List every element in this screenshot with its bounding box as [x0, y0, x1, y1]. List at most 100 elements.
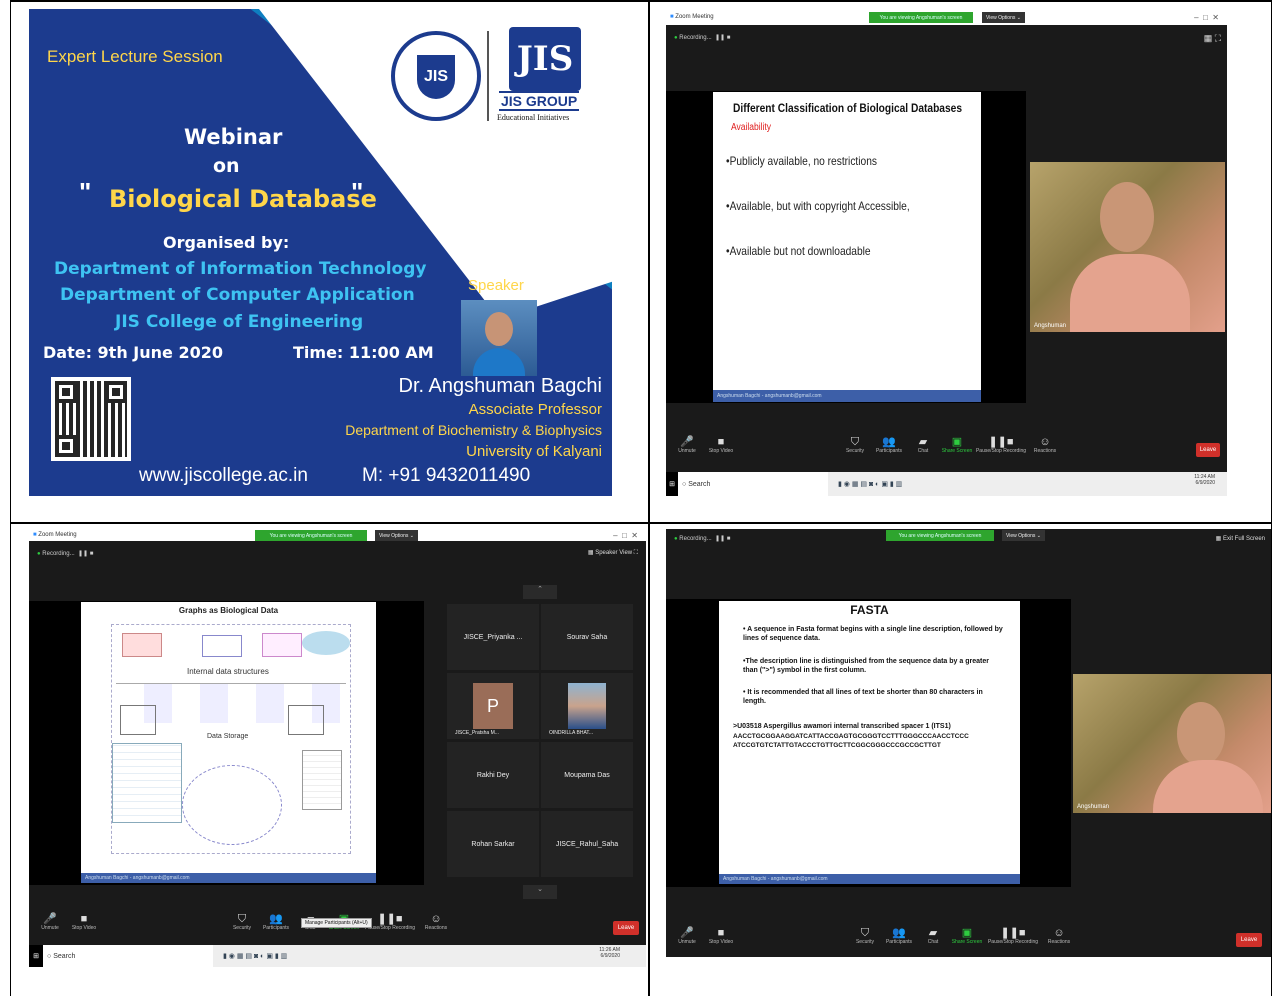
participants-icon: 👥	[892, 927, 906, 939]
reactions-button[interactable]: ☺ Reactions	[1028, 436, 1062, 454]
video-camera-icon: ■	[717, 927, 725, 939]
mic-muted-icon: 🎤	[43, 913, 57, 925]
zoom3-shared-slide: FASTA • A sequence in Fasta format begin…	[719, 601, 1020, 884]
zoom3-view-options[interactable]: View Options ⌄	[1002, 530, 1045, 541]
security-button[interactable]: ⛉ Security	[225, 913, 259, 931]
zoom1-slide-sub: Availability	[731, 122, 772, 133]
pause-stop-icon: ❚❚■	[377, 913, 403, 925]
zoom-logo-icon: ■	[670, 14, 674, 20]
zoom1-recording-indicator: ● Recording... ❚❚ ■	[674, 35, 731, 41]
table-border-middle	[10, 522, 1272, 524]
poster-quote-open: "	[79, 177, 92, 207]
participant-tile: Rohan Sarkar	[447, 811, 539, 877]
zoom1-app-title: Zoom Meeting	[675, 14, 714, 20]
chat-icon: ▰	[928, 927, 938, 939]
zoom2-controls: 🎤 Unmute ■ Stop Video ⛉ Security 👥 Participa…	[33, 913, 453, 931]
qr-code	[51, 377, 131, 461]
participant-name: JISCE_Pratsha M...	[455, 730, 499, 736]
security-button[interactable]: ⛉ Security	[848, 927, 882, 945]
pause-recording-button[interactable]: ❚❚■ Pause/Stop Recording	[984, 927, 1042, 945]
poster-quote-close: "	[351, 177, 364, 207]
leave-button[interactable]: Leave	[613, 921, 639, 935]
gallery-scroll-up-icon[interactable]: ⌃	[523, 585, 557, 599]
taskbar-app-icons[interactable]: ▮ ◉ ▦ ▤ ◙ ◐ ▣ ▮ ▥	[838, 480, 902, 488]
poster-website: www.jiscollege.ac.in	[139, 465, 308, 486]
search-icon: ○	[47, 952, 52, 960]
zoom1-taskbar: ⊞ ○ Search ▮ ◉ ▦ ▤ ◙ ◐ ▣ ▮ ▥ 11:24 AM 6/9…	[666, 472, 1227, 496]
zoom1-slide-footer: Angshuman Bagchi - angshumanb@gmail.com	[713, 390, 981, 402]
search-icon: ○	[682, 480, 687, 488]
stop-video-button[interactable]: ■ Stop Video	[704, 927, 738, 945]
biological-graph-diagram: Internal data structures Data Storage	[111, 624, 351, 854]
gallery-scroll-down-icon[interactable]: ⌄	[523, 885, 557, 899]
participant-avatar: P	[473, 683, 513, 729]
reactions-button[interactable]: ☺ Reactions	[1042, 927, 1076, 945]
reactions-button[interactable]: ☺ Reactions	[419, 913, 453, 931]
participants-button[interactable]: 👥 Participants	[882, 927, 916, 945]
windows-start-icon[interactable]: ⊞	[29, 945, 43, 967]
stop-video-button[interactable]: ■ Stop Video	[704, 436, 738, 454]
zoom1-shared-slide: Different Classification of Biological D…	[713, 92, 981, 402]
participant-video	[568, 683, 606, 729]
video-camera-icon: ■	[80, 913, 88, 925]
poster-speaker-name: Dr. Angshuman Bagchi	[398, 375, 602, 397]
chat-button[interactable]: ▰Chat	[916, 927, 950, 945]
zoom-window-2: ■ Zoom Meeting – □ ✕ You are viewing Ang…	[29, 529, 646, 967]
unmute-button[interactable]: 🎤 Unmute	[33, 913, 67, 931]
participant-tile: Sourav Saha	[541, 604, 633, 670]
share-screen-icon: ▣	[961, 927, 973, 939]
zoom1-bullet-1: •Publicly available, no restrictions	[726, 154, 877, 168]
stop-video-button[interactable]: ■ Stop Video	[67, 913, 101, 931]
shield-icon: ⛉	[237, 913, 247, 925]
zoom3-seq-header: >U03518 Aspergillus awamori internal tra…	[733, 723, 951, 730]
window-controls[interactable]: – □ ✕	[1194, 13, 1219, 22]
zoom1-controls: 🎤 Unmute ■ Stop Video ⛉ Security 👥 Participa…	[670, 436, 1062, 454]
share-screen-button[interactable]: ▣Share Screen	[940, 436, 974, 454]
chat-button[interactable]: ▰Chat	[906, 436, 940, 454]
window-controls[interactable]: – □ ✕	[613, 531, 638, 540]
unmute-button[interactable]: 🎤 Unmute	[670, 927, 704, 945]
unmute-button[interactable]: 🎤 Unmute	[670, 436, 704, 454]
zoom3-seq-line-1: AACCTGCGGAAGGATCATTACCGAGTGCGGGTCCTTTGGG…	[733, 733, 969, 740]
taskbar-search[interactable]: ○ Search	[678, 472, 828, 496]
reaction-icon: ☺	[430, 913, 442, 925]
table-border-center	[648, 0, 650, 996]
zoom1-view-options[interactable]: View Options ⌄	[982, 12, 1025, 23]
taskbar-app-icons[interactable]: ▮ ◉ ▦ ▤ ◙ ◐ ▣ ▮ ▥	[223, 952, 287, 960]
zoom3-controls: 🎤 Unmute ■ Stop Video ⛉ Security 👥 Participa…	[670, 927, 1076, 945]
leave-button[interactable]: Leave	[1196, 443, 1220, 457]
participant-tile: JISCE_Priyanka ...	[447, 604, 539, 670]
leave-button[interactable]: Leave	[1236, 933, 1262, 947]
participants-button[interactable]: 👥 Participants	[872, 436, 906, 454]
exit-fullscreen-button[interactable]: ▦ Exit Full Screen	[1216, 535, 1265, 542]
zoom1-share-banner: You are viewing Angshuman's screen	[869, 12, 973, 23]
pause-recording-button[interactable]: ❚❚■ Pause/Stop Recording	[974, 436, 1028, 454]
zoom2-speaker-view[interactable]: ▦ Speaker View ⛶	[588, 549, 638, 557]
poster-session: Expert Lecture Session	[47, 47, 223, 66]
zoom1-slide-title: Different Classification of Biological D…	[733, 101, 962, 115]
zoom3-bullet-3: • It is recommended that all lines of te…	[743, 689, 983, 705]
poster-date: Date: 9th June 2020	[43, 343, 223, 362]
security-button[interactable]: ⛉ Security	[838, 436, 872, 454]
poster-dept2: Department of Computer Application	[60, 285, 415, 305]
zoom-window-3: ● Recording... ❚❚ ■ You are viewing Angs…	[666, 529, 1271, 957]
zoom2-taskbar: ⊞ ○ Search ▮ ◉ ▦ ▤ ◙ ◐ ▣ ▮ ▥ 11:26 AM 6/9…	[29, 945, 646, 967]
windows-start-icon[interactable]: ⊞	[666, 472, 678, 496]
participants-button[interactable]: 👥 Participants	[259, 913, 293, 931]
participant-tile: JISCE_Rahul_Saha	[541, 811, 633, 877]
zoom3-share-banner: You are viewing Angshuman's screen	[886, 530, 994, 541]
zoom1-video-name: Angshuman	[1034, 323, 1067, 329]
taskbar-search[interactable]: ○ Search	[43, 945, 213, 967]
jis-group-name: JIS GROUP	[499, 91, 580, 111]
zoom3-slide-title: FASTA	[850, 603, 889, 617]
zoom3-bullet-2: •The description line is distinguished f…	[743, 658, 989, 674]
fullscreen-icon[interactable]: ▦ ⛶	[1204, 33, 1221, 44]
zoom2-recording-indicator: ● Recording... ❚❚ ■	[37, 551, 94, 557]
participant-tile: OINDRILLA BHAT...	[541, 673, 633, 739]
participants-icon: 👥	[269, 913, 283, 925]
participants-icon: 👥	[882, 436, 896, 448]
share-screen-button[interactable]: ▣Share Screen	[950, 927, 984, 945]
participant-tile: P JISCE_Pratsha M...	[447, 673, 539, 739]
zoom2-view-options[interactable]: View Options ⌄	[375, 530, 418, 541]
poster-speaker-univ: University of Kalyani	[466, 443, 602, 460]
